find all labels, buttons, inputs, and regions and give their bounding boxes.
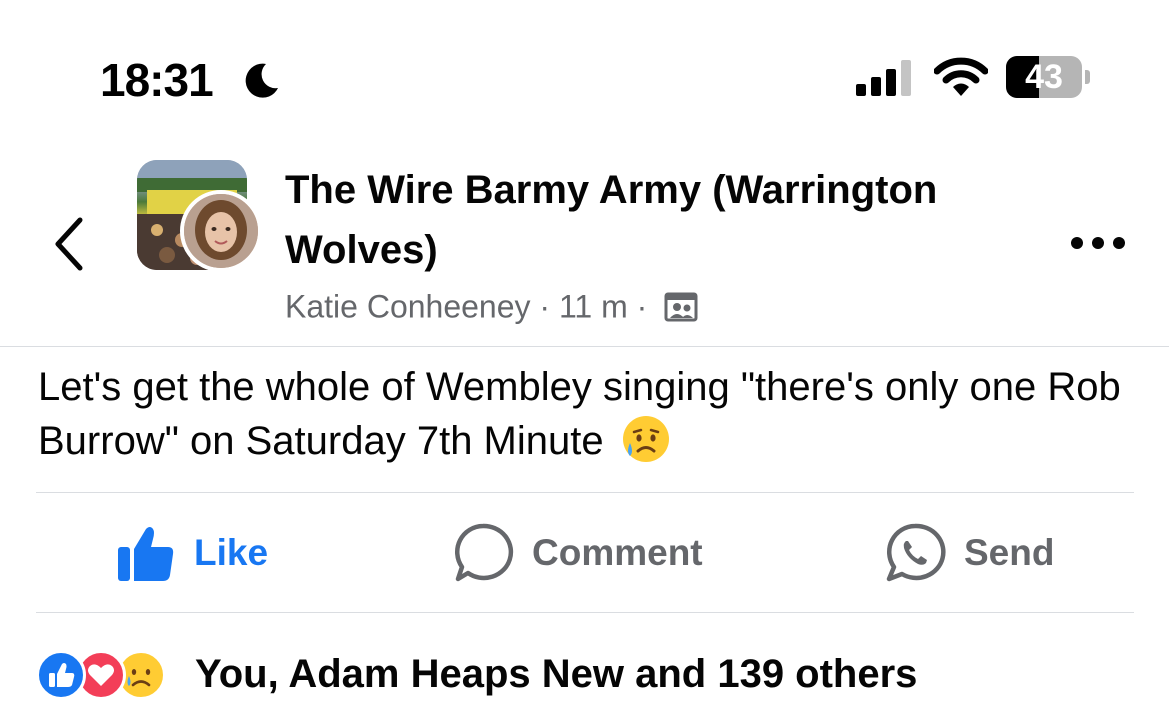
battery-icon: 43 — [1006, 56, 1082, 98]
back-chevron-icon[interactable] — [50, 214, 90, 274]
like-reaction-icon — [36, 650, 86, 700]
reaction-icons[interactable] — [36, 648, 166, 702]
post-text: Let's get the whole of Wembley singing "… — [38, 365, 1121, 463]
thumbs-up-icon — [118, 527, 174, 581]
like-button[interactable]: Like — [116, 520, 268, 586]
moon-icon — [245, 63, 278, 98]
post-time[interactable]: 11 m — [559, 289, 628, 325]
author-name[interactable]: Katie Conheeney — [285, 289, 531, 325]
avatar-image — [184, 194, 258, 268]
author-avatar[interactable] — [180, 190, 262, 272]
reactions-summary[interactable]: You, Adam Heaps New and 139 others — [195, 646, 917, 702]
status-time: 18:31 — [100, 54, 214, 106]
battery-cap — [1085, 70, 1090, 84]
comment-bubble-icon — [454, 523, 514, 582]
like-label: Like — [194, 532, 269, 573]
send-label: Send — [964, 532, 1055, 573]
actions-divider — [36, 612, 1134, 613]
header-divider — [0, 346, 1169, 347]
more-options-icon[interactable] — [1070, 236, 1126, 250]
cellular-signal-icon — [856, 60, 911, 96]
meta-separator: · — [539, 288, 551, 325]
group-name[interactable]: The Wire Barmy Army (Warrington Wolves) — [285, 160, 985, 280]
meta-separator-2: · — [636, 288, 648, 325]
post-meta: Katie Conheeney · 11 m · — [285, 282, 698, 329]
group-audience-icon — [664, 292, 698, 322]
send-button[interactable]: Send — [884, 520, 1054, 586]
whatsapp-icon — [886, 523, 946, 582]
comment-label: Comment — [532, 532, 703, 573]
comment-button[interactable]: Comment — [452, 520, 703, 586]
sad-but-relieved-face-icon — [622, 416, 669, 462]
battery-level: 43 — [1025, 58, 1063, 96]
post-body: Let's get the whole of Wembley singing "… — [38, 360, 1138, 468]
body-divider — [36, 492, 1134, 493]
wifi-icon — [934, 57, 988, 96]
